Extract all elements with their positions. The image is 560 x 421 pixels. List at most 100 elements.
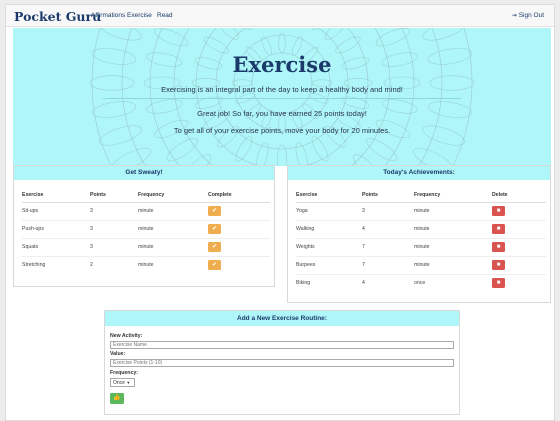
check-icon: ✔ bbox=[211, 226, 218, 232]
exercise-name: Stretching bbox=[22, 255, 90, 274]
exercise-name: Squats bbox=[22, 237, 90, 256]
achievement-name: Walking bbox=[296, 219, 362, 238]
get-sweaty-panel: Get Sweaty! Exercise Points Frequency Co… bbox=[13, 165, 275, 287]
col-frequency: Frequency bbox=[138, 188, 208, 203]
get-sweaty-title: Get Sweaty! bbox=[14, 166, 274, 180]
achievement-points: 4 bbox=[362, 219, 414, 238]
check-icon: ✔ bbox=[211, 208, 218, 214]
nav-link-affirmations[interactable]: Affirmations bbox=[91, 12, 125, 19]
mandala-petal bbox=[295, 142, 308, 166]
sign-out-link[interactable]: ⇥ Sign Out bbox=[512, 12, 544, 19]
mandala-petal bbox=[98, 28, 142, 41]
exercise-frequency: minute bbox=[138, 255, 208, 274]
col-complete: Complete bbox=[208, 188, 270, 203]
achievement-name: Burpees bbox=[296, 255, 362, 274]
add-exercise-button[interactable]: 👍 bbox=[110, 393, 124, 404]
goal-text: To get all of your exercise points, move… bbox=[173, 126, 391, 135]
achievements-panel: Today's Achievements: Exercise Points Fr… bbox=[287, 165, 551, 303]
page-title: Exercise bbox=[232, 52, 332, 77]
exercise-frequency: minute bbox=[138, 237, 208, 256]
achievement-frequency: minute bbox=[414, 219, 492, 238]
mandala-petal bbox=[217, 28, 239, 40]
table-row: Weights 7 minute ■ bbox=[296, 237, 546, 256]
exercise-frequency: minute bbox=[138, 219, 208, 238]
hero-divider bbox=[103, 98, 461, 99]
achievement-name: Weights bbox=[296, 237, 362, 256]
achievement-name: Yoga bbox=[296, 201, 362, 220]
mandala-petal bbox=[278, 32, 286, 54]
new-activity-label: New Activity: bbox=[110, 333, 143, 339]
complete-button[interactable]: ✔ bbox=[208, 206, 221, 216]
table-row: Walking 4 minute ■ bbox=[296, 219, 546, 238]
exercise-frequency: minute bbox=[138, 201, 208, 220]
mandala-petal bbox=[353, 154, 381, 166]
exercise-name-input[interactable] bbox=[110, 341, 454, 349]
exercise-table: Exercise Points Frequency Complete Sit-u… bbox=[22, 188, 270, 274]
trash-icon: ■ bbox=[496, 262, 501, 268]
col-delete: Delete bbox=[492, 188, 546, 203]
hero-banner: Exercise Exercising is an integral part … bbox=[13, 28, 551, 166]
achievements-table: Exercise Points Frequency Delete Yoga 3 … bbox=[296, 188, 546, 292]
chevron-down-icon: ▼ bbox=[126, 380, 131, 385]
navbar: Pocket Guru Affirmations Exercise Read ⇥… bbox=[6, 5, 554, 27]
trash-icon: ■ bbox=[496, 244, 501, 250]
achievement-points: 3 bbox=[362, 201, 414, 220]
points-earned-text: Great job! So far, you have earned 25 po… bbox=[197, 109, 367, 118]
achievement-frequency: minute bbox=[414, 237, 492, 256]
check-icon: ✔ bbox=[211, 262, 218, 269]
achievements-title: Today's Achievements: bbox=[288, 166, 550, 180]
achievement-frequency: minute bbox=[414, 255, 492, 274]
mandala-petal bbox=[325, 28, 347, 40]
nav-link-read[interactable]: Read bbox=[157, 12, 173, 19]
mandala-petal bbox=[311, 28, 329, 30]
exercise-points-input[interactable] bbox=[110, 359, 454, 367]
table-row: Push-ups 3 minute ✔ bbox=[22, 219, 270, 238]
exercise-points: 3 bbox=[90, 237, 138, 256]
complete-button[interactable]: ✔ bbox=[208, 260, 221, 271]
mandala-petal bbox=[422, 28, 466, 41]
achievement-frequency: once bbox=[414, 273, 492, 292]
mandala-petal bbox=[363, 28, 400, 31]
brand-logo[interactable]: Pocket Guru bbox=[14, 9, 101, 24]
page: Pocket Guru Affirmations Exercise Read ⇥… bbox=[5, 4, 555, 421]
frequency-value: Once bbox=[113, 380, 125, 386]
col-points: Points bbox=[362, 188, 414, 203]
mandala-petal bbox=[413, 147, 454, 166]
add-exercise-panel: Add a New Exercise Routine: New Activity… bbox=[104, 310, 460, 415]
frequency-select[interactable]: Once ▼ bbox=[110, 378, 135, 387]
value-label: Value: bbox=[110, 351, 126, 357]
table-row: Yoga 3 minute ■ bbox=[296, 201, 546, 220]
delete-button[interactable]: ■ bbox=[492, 260, 505, 270]
delete-button[interactable]: ■ bbox=[492, 206, 505, 216]
trash-icon: ■ bbox=[496, 226, 501, 232]
nav-link-exercise[interactable]: Exercise bbox=[127, 12, 152, 19]
table-row: Sit-ups 3 minute ✔ bbox=[22, 201, 270, 220]
sign-out-label: Sign Out bbox=[518, 12, 544, 19]
frequency-label: Frequency: bbox=[110, 370, 138, 376]
mandala-petal bbox=[277, 144, 287, 166]
col-exercise: Exercise bbox=[296, 188, 362, 203]
exercise-points: 3 bbox=[90, 219, 138, 238]
col-exercise: Exercise bbox=[22, 188, 90, 203]
mandala-petal bbox=[256, 142, 269, 166]
delete-button[interactable]: ■ bbox=[492, 224, 505, 234]
hero-intro-text: Exercising is an integral part of the da… bbox=[161, 85, 403, 94]
delete-button[interactable]: ■ bbox=[492, 278, 505, 289]
mandala-background bbox=[89, 28, 475, 166]
thumbs-up-icon: 👍 bbox=[113, 395, 121, 401]
achievement-name: Biking bbox=[296, 273, 362, 292]
mandala-petal bbox=[166, 138, 198, 162]
complete-button[interactable]: ✔ bbox=[208, 242, 221, 252]
add-exercise-title: Add a New Exercise Routine: bbox=[105, 311, 459, 326]
delete-button[interactable]: ■ bbox=[492, 242, 505, 252]
col-frequency: Frequency bbox=[414, 188, 492, 203]
mandala-petal bbox=[311, 136, 329, 162]
table-row: Burpees 7 minute ■ bbox=[296, 255, 546, 274]
table-row: Biking 4 once ■ bbox=[296, 273, 546, 292]
complete-button[interactable]: ✔ bbox=[208, 224, 221, 234]
exercise-name: Sit-ups bbox=[22, 201, 90, 220]
achievement-frequency: minute bbox=[414, 201, 492, 220]
mandala-petal bbox=[164, 28, 201, 31]
trash-icon: ■ bbox=[496, 208, 501, 214]
mandala-petal bbox=[183, 154, 211, 166]
